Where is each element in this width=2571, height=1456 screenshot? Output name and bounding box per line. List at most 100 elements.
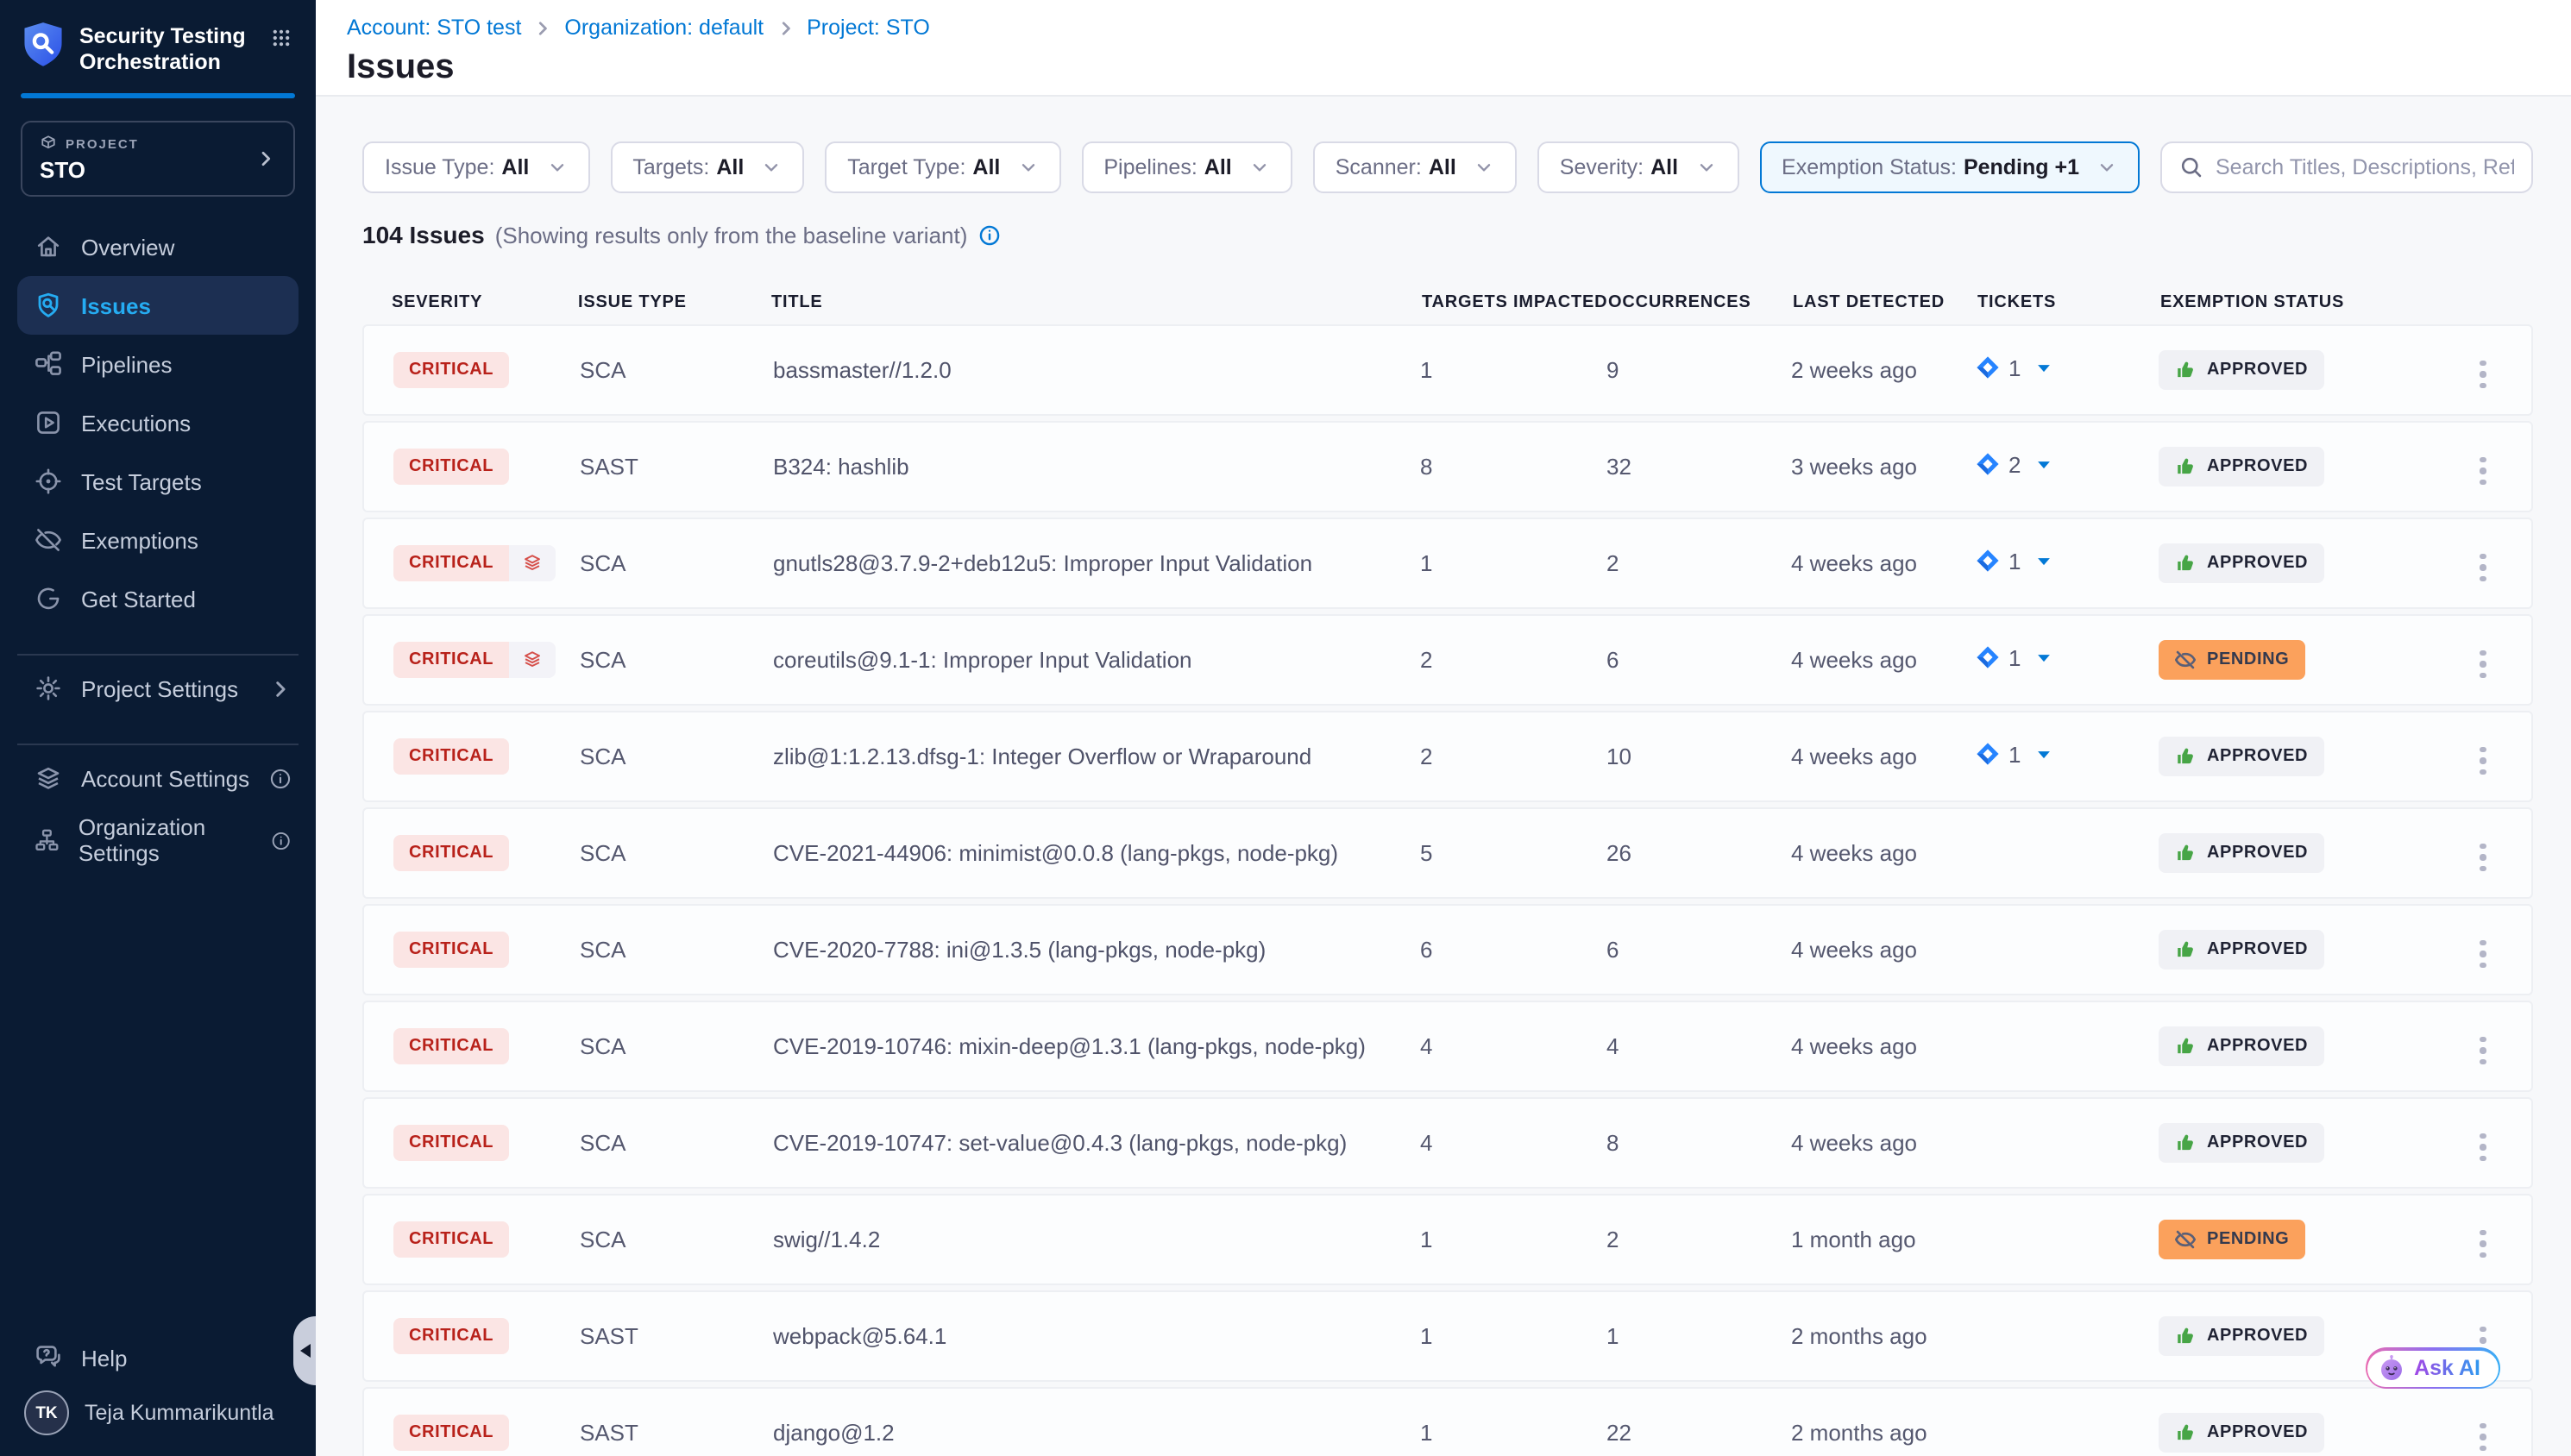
exemption-status-cell: PENDING <box>2159 1220 2469 1259</box>
table-row[interactable]: CRITICAL SAST B324: hashlib 8 32 3 weeks… <box>362 421 2533 512</box>
severity-cell: CRITICAL <box>393 352 580 388</box>
ticket-link[interactable]: 2 <box>1976 452 2053 478</box>
thumbs-up-icon <box>2174 1035 2197 1057</box>
sidebar-item-account-settings[interactable]: Account Settings <box>0 749 316 807</box>
filter-label: Pipelines: <box>1103 155 1197 179</box>
table-row[interactable]: CRITICAL SCA swig//1.4.2 1 2 1 month ago… <box>362 1194 2533 1285</box>
sidebar-item-pipelines[interactable]: Pipelines <box>0 335 316 393</box>
filter-value: All <box>1204 155 1232 179</box>
row-menu-button[interactable] <box>2469 932 2496 975</box>
row-menu-button[interactable] <box>2469 643 2496 685</box>
row-menu-button[interactable] <box>2469 449 2496 492</box>
row-menu-button[interactable] <box>2469 739 2496 781</box>
cube-icon <box>40 135 57 152</box>
sidebar-item-label: Get Started <box>81 586 196 612</box>
info-icon[interactable] <box>269 767 292 789</box>
sidebar-item-organization-settings[interactable]: Organization Settings <box>0 811 316 869</box>
row-menu-button[interactable] <box>2469 836 2496 878</box>
breadcrumb-link[interactable]: Organization: default <box>564 16 764 40</box>
ask-ai-button[interactable]: Ask AI <box>2365 1347 2500 1389</box>
eye-off-icon <box>2174 1228 2197 1251</box>
table-row[interactable]: CRITICAL SCA CVE-2020-7788: ini@1.3.5 (l… <box>362 904 2533 995</box>
sidebar-item-label: Issues <box>81 292 151 318</box>
row-menu-button[interactable] <box>2469 1222 2496 1265</box>
breadcrumb-separator-icon <box>533 18 552 37</box>
filter-value: Pending +1 <box>1964 155 2079 179</box>
severity-badge: CRITICAL <box>393 1028 509 1064</box>
targets-impacted: 2 <box>1420 647 1606 673</box>
thumbs-up-icon <box>2174 1325 2197 1347</box>
row-menu-button[interactable] <box>2469 1029 2496 1071</box>
filter-severity[interactable]: Severity:All <box>1537 141 1738 193</box>
column-header: ISSUE TYPE <box>578 292 771 311</box>
chevron-right-icon <box>269 677 292 700</box>
table-row[interactable]: CRITICAL SCA CVE-2019-10746: mixin-deep@… <box>362 1001 2533 1092</box>
executions-icon <box>35 409 62 436</box>
sidebar-item-overview[interactable]: Overview <box>0 217 316 276</box>
caret-down-icon <box>2034 552 2053 571</box>
user-profile[interactable]: TK Teja Kummarikuntla <box>0 1387 316 1456</box>
breadcrumb-link[interactable]: Account: STO test <box>347 16 521 40</box>
sidebar-accent-divider <box>21 93 295 98</box>
caret-down-icon <box>2034 359 2053 378</box>
table-row[interactable]: CRITICAL SCA CVE-2021-44906: minimist@0.… <box>362 807 2533 899</box>
project-selector[interactable]: PROJECT STO <box>21 121 295 197</box>
info-icon[interactable] <box>272 829 292 851</box>
table-row[interactable]: CRITICAL SAST django@1.2 1 22 2 months a… <box>362 1387 2533 1456</box>
table-row[interactable]: CRITICAL SCA bassmaster//1.2.0 1 9 2 wee… <box>362 324 2533 416</box>
sidebar-item-help[interactable]: Help <box>0 1328 316 1387</box>
severity-cell: CRITICAL <box>393 835 580 871</box>
row-menu-button[interactable] <box>2469 353 2496 395</box>
issue-title: coreutils@9.1-1: Improper Input Validati… <box>773 647 1420 673</box>
issue-type: SCA <box>580 647 773 673</box>
filter-row: Issue Type:All Targets:All Target Type:All… <box>362 141 2533 193</box>
sidebar-item-test-targets[interactable]: Test Targets <box>0 452 316 511</box>
issue-type: SAST <box>580 454 773 480</box>
table-row[interactable]: CRITICAL SCA gnutls28@3.7.9-2+deb12u5: I… <box>362 518 2533 609</box>
filter-exemption-status[interactable]: Exemption Status:Pending +1 <box>1759 141 2140 193</box>
exemption-status-badge: APPROVED <box>2159 1026 2323 1066</box>
last-detected: 4 weeks ago <box>1791 550 1976 576</box>
sidebar-nav: Overview Issues PipelinesExecutionsTest Ta… <box>0 217 316 628</box>
filter-targets[interactable]: Targets:All <box>610 141 804 193</box>
ticket-link[interactable]: 1 <box>1976 355 2053 381</box>
exemption-status-cell: APPROVED <box>2159 833 2469 873</box>
table-row[interactable]: CRITICAL SCA coreutils@9.1-1: Improper I… <box>362 614 2533 706</box>
severity-cell: CRITICAL <box>393 449 580 485</box>
last-detected: 2 months ago <box>1791 1323 1976 1349</box>
info-icon[interactable] <box>977 223 1000 246</box>
sidebar-item-get-started[interactable]: Get Started <box>0 569 316 628</box>
occurrences: 6 <box>1606 647 1791 673</box>
issue-type: SAST <box>580 1420 773 1446</box>
page-title: Issues <box>347 48 2571 88</box>
sidebar-item-exemptions[interactable]: Exemptions <box>0 511 316 569</box>
row-actions-cell <box>2469 1408 2531 1456</box>
table-row[interactable]: CRITICAL SAST webpack@5.64.1 1 1 2 month… <box>362 1290 2533 1382</box>
row-menu-button[interactable] <box>2469 1126 2496 1168</box>
table-row[interactable]: CRITICAL SCA zlib@1:1.2.13.dfsg-1: Integ… <box>362 711 2533 802</box>
exemption-status-badge: APPROVED <box>2159 737 2323 776</box>
row-menu-button[interactable] <box>2469 1415 2496 1456</box>
breadcrumb-link[interactable]: Project: STO <box>807 16 930 40</box>
filter-issue-type[interactable]: Issue Type:All <box>362 141 589 193</box>
search-input[interactable] <box>2216 155 2514 179</box>
sidebar-item-project-settings[interactable]: Project Settings <box>0 659 316 718</box>
ticket-link[interactable]: 1 <box>1976 549 2053 574</box>
row-menu-button[interactable] <box>2469 546 2496 588</box>
last-detected: 4 weeks ago <box>1791 840 1976 866</box>
occurrences: 4 <box>1606 1033 1791 1059</box>
thumbs-up-icon <box>2174 552 2197 574</box>
sidebar-item-executions[interactable]: Executions <box>0 393 316 452</box>
module-switcher-icon[interactable] <box>267 21 295 48</box>
ticket-link[interactable]: 1 <box>1976 645 2053 671</box>
issue-type: SCA <box>580 1227 773 1252</box>
filter-target-type[interactable]: Target Type:All <box>825 141 1060 193</box>
issue-title: webpack@5.64.1 <box>773 1323 1420 1349</box>
row-actions-cell <box>2469 1118 2531 1168</box>
sidebar-collapse-handle[interactable] <box>293 1316 316 1385</box>
ticket-link[interactable]: 1 <box>1976 742 2053 768</box>
filter-pipelines[interactable]: Pipelines: All <box>1081 141 1292 193</box>
filter-scanner[interactable]: Scanner:All <box>1313 141 1517 193</box>
table-row[interactable]: CRITICAL SCA CVE-2019-10747: set-value@0… <box>362 1097 2533 1189</box>
sidebar-item-issues[interactable]: Issues <box>17 276 299 335</box>
